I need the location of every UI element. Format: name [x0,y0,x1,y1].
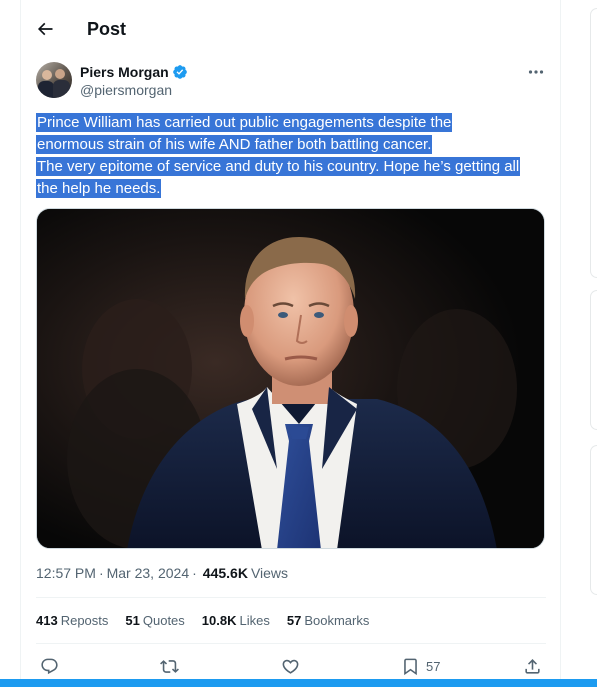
bookmark-button[interactable]: 57 [401,655,440,677]
action-bar: 57 [36,655,546,677]
page-header: Post [21,8,560,50]
repost-icon [160,659,179,673]
more-options-button[interactable] [526,66,546,78]
sidebar-panel [590,8,597,278]
tweet-photo[interactable] [36,208,545,549]
heart-icon [282,659,299,674]
like-button[interactable] [281,655,300,677]
reply-button[interactable] [40,655,59,677]
photo-image [37,209,544,548]
page-title: Post [87,18,127,39]
stat-reposts[interactable]: 413 Reposts [36,613,108,628]
avatar[interactable] [36,62,72,98]
stat-quotes[interactable]: 51 Quotes [125,613,184,628]
author-display-name[interactable]: Piers Morgan [80,64,169,80]
more-horizontal-icon [528,70,544,74]
views-count: 445.6K [202,565,248,581]
back-button[interactable] [25,9,65,49]
tweet-date[interactable]: Mar 23, 2024 [107,565,190,581]
bottom-accent-bar [0,679,597,687]
stat-bookmarks[interactable]: 57 Bookmarks [287,613,370,628]
divider [36,597,546,598]
tweet-time[interactable]: 12:57 PM [36,565,96,581]
meta-separator: · [98,565,104,581]
tweet-text-line: enormous strain of his wife AND father b… [36,135,433,154]
arrow-left-icon [37,22,53,36]
bookmark-icon [404,658,417,675]
verified-badge-icon[interactable] [172,64,188,80]
tweet-text-line: the help he needs. [36,179,162,198]
repost-button[interactable] [160,655,179,677]
share-icon [525,658,540,674]
tweet-meta: 12:57 PM · Mar 23, 2024 · 445.6K Views [36,565,288,581]
meta-separator: · [192,565,197,581]
stat-likes[interactable]: 10.8K Likes [202,613,270,628]
author-row: Piers Morgan @piersmorgan [36,62,546,102]
bookmark-count: 57 [426,658,441,674]
divider [36,643,546,644]
sidebar-panel [590,445,597,595]
sidebar-panel [590,290,597,430]
views-label: Views [250,565,289,581]
share-button[interactable] [523,655,542,677]
author-handle[interactable]: @piersmorgan [80,82,188,98]
author-names: Piers Morgan @piersmorgan [80,62,188,102]
engagement-stats: 413 Reposts 51 Quotes 10.8K Likes 57 Bookmar… [36,613,386,628]
tweet-text-line: Prince William has carried out public en… [36,113,453,132]
tweet-text-line: The very epitome of service and duty to … [36,157,521,176]
column-left-border [20,0,21,687]
reply-icon [41,658,58,674]
column-right-border [560,0,561,687]
tweet-text: Prince William has carried out public en… [36,112,548,200]
